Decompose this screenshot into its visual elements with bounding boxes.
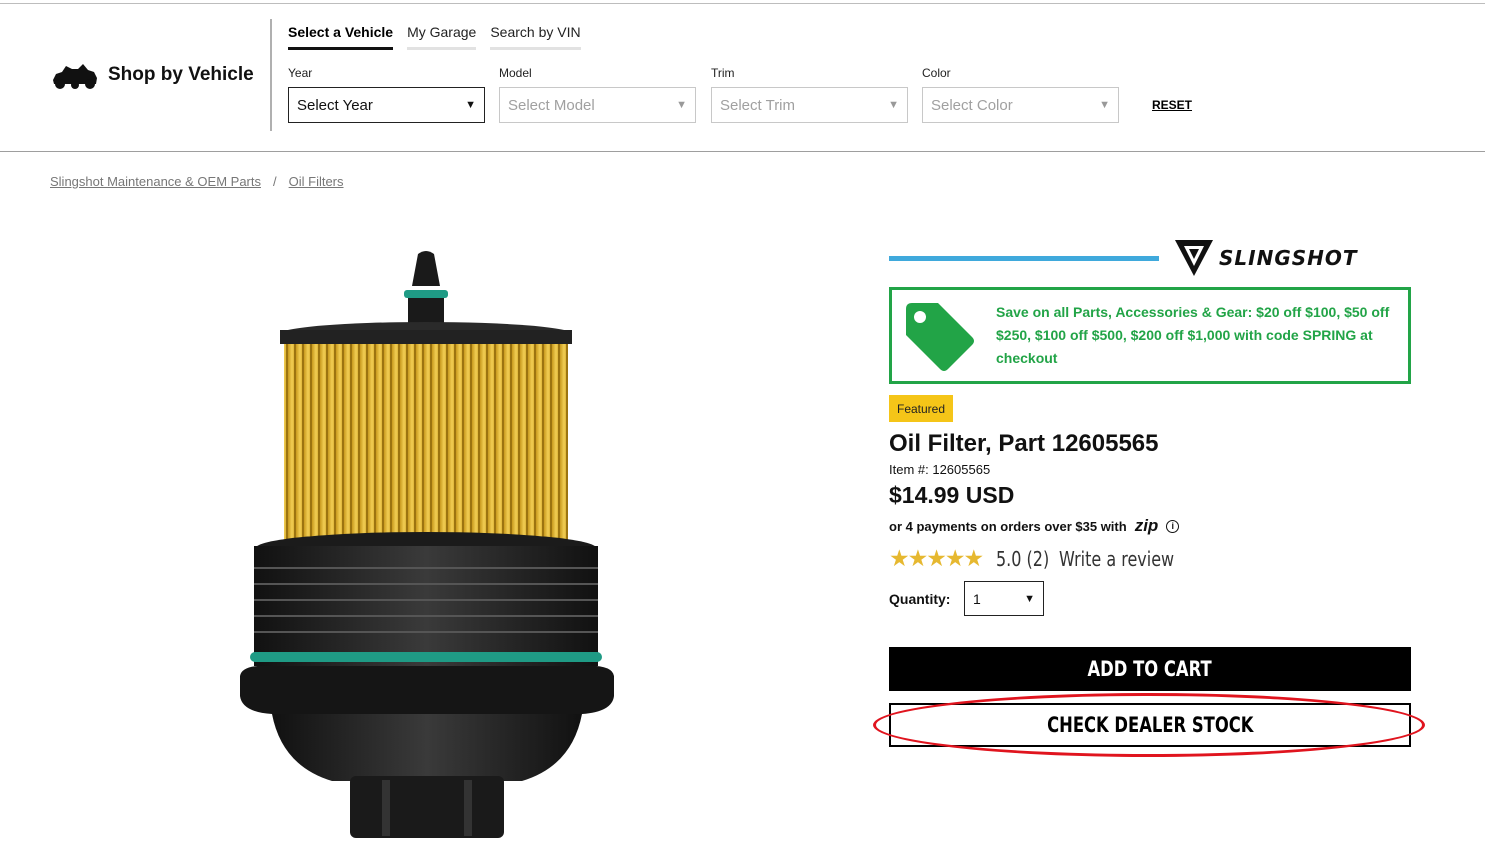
shop-by-vehicle: Shop by Vehicle xyxy=(50,60,254,90)
featured-badge: Featured xyxy=(889,395,954,422)
trim-select-value: Select Trim xyxy=(720,96,796,114)
chevron-down-icon: ▼ xyxy=(1099,99,1110,111)
breadcrumb-separator: / xyxy=(273,174,277,189)
brand-name: SLINGSHOT xyxy=(1219,246,1358,270)
chevron-down-icon: ▼ xyxy=(676,99,687,111)
info-icon[interactable]: i xyxy=(1166,519,1180,533)
chevron-down-icon: ▼ xyxy=(465,99,476,111)
year-label: Year xyxy=(288,66,313,80)
vehicle-tabs: Select a Vehicle My Garage Search by VIN xyxy=(288,24,581,50)
quantity-value: 1 xyxy=(973,590,981,607)
model-select[interactable]: Select Model ▼ xyxy=(499,87,696,123)
brand-accent-line xyxy=(889,256,1159,261)
divider xyxy=(270,19,272,131)
rating-value[interactable]: 5.0 (2) xyxy=(996,547,1049,571)
trim-select[interactable]: Select Trim ▼ xyxy=(711,87,908,123)
vehicle-icon xyxy=(53,64,97,89)
shop-by-vehicle-label: Shop by Vehicle xyxy=(108,64,254,85)
color-select-value: Select Color xyxy=(931,96,1013,114)
check-dealer-stock-button[interactable]: CHECK DEALER STOCK xyxy=(889,703,1411,747)
year-select-value: Select Year xyxy=(297,96,373,114)
rating-row: ★★★★★ 5.0 (2) Write a review xyxy=(889,545,1203,572)
quantity-select[interactable]: 1 ▼ xyxy=(964,581,1044,616)
tab-select-a-vehicle[interactable]: Select a Vehicle xyxy=(288,24,394,50)
model-select-value: Select Model xyxy=(508,96,595,114)
model-field: Model Select Model ▼ xyxy=(499,66,696,123)
product-title: Oil Filter, Part 12605565 xyxy=(889,430,1159,457)
breadcrumb-item[interactable]: Oil Filters xyxy=(289,174,344,189)
tab-my-garage[interactable]: My Garage xyxy=(407,24,477,50)
breadcrumb: Slingshot Maintenance & OEM Parts / Oil … xyxy=(50,174,344,189)
slingshot-logo-icon xyxy=(1175,240,1213,276)
trim-field: Trim Select Trim ▼ xyxy=(711,66,908,123)
promo-banner: Save on all Parts, Accessories & Gear: $… xyxy=(889,287,1411,384)
breadcrumb-item[interactable]: Slingshot Maintenance & OEM Parts xyxy=(50,174,261,189)
add-to-cart-button[interactable]: ADD TO CART xyxy=(889,647,1411,691)
color-label: Color xyxy=(922,66,951,80)
reset-button[interactable]: RESET xyxy=(1152,98,1192,112)
tab-search-by-vin[interactable]: Search by VIN xyxy=(490,24,581,50)
vehicle-selector-bar: Shop by Vehicle Select a Vehicle My Gara… xyxy=(0,4,1485,152)
promo-text: Save on all Parts, Accessories & Gear: $… xyxy=(996,304,1390,366)
model-label: Model xyxy=(499,66,532,80)
add-to-cart-label: ADD TO CART xyxy=(1087,657,1213,681)
star-rating-icon: ★★★★★ xyxy=(889,545,984,571)
year-field: Year Select Year ▼ xyxy=(288,66,485,123)
chevron-down-icon: ▼ xyxy=(1024,592,1035,605)
installments-row: or 4 payments on orders over $35 with zi… xyxy=(889,516,1180,536)
price-tag-icon xyxy=(906,302,974,371)
color-field: Color Select Color ▼ xyxy=(922,66,1119,123)
chevron-down-icon: ▼ xyxy=(888,99,899,111)
write-review-link[interactable]: Write a review xyxy=(1059,547,1174,571)
brand-logo: SLINGSHOT xyxy=(1175,240,1358,276)
color-select[interactable]: Select Color ▼ xyxy=(922,87,1119,123)
year-select[interactable]: Select Year ▼ xyxy=(288,87,485,123)
product-image xyxy=(240,251,614,838)
trim-label: Trim xyxy=(711,66,735,80)
item-number: Item #: 12605565 xyxy=(889,462,991,477)
check-dealer-stock-label: CHECK DEALER STOCK xyxy=(1046,713,1254,737)
product-price: $14.99 USD xyxy=(889,482,1015,508)
zip-logo[interactable]: zip xyxy=(1135,516,1159,536)
quantity-label: Quantity: xyxy=(889,591,951,607)
installments-text: or 4 payments on orders over $35 with xyxy=(889,518,1127,534)
